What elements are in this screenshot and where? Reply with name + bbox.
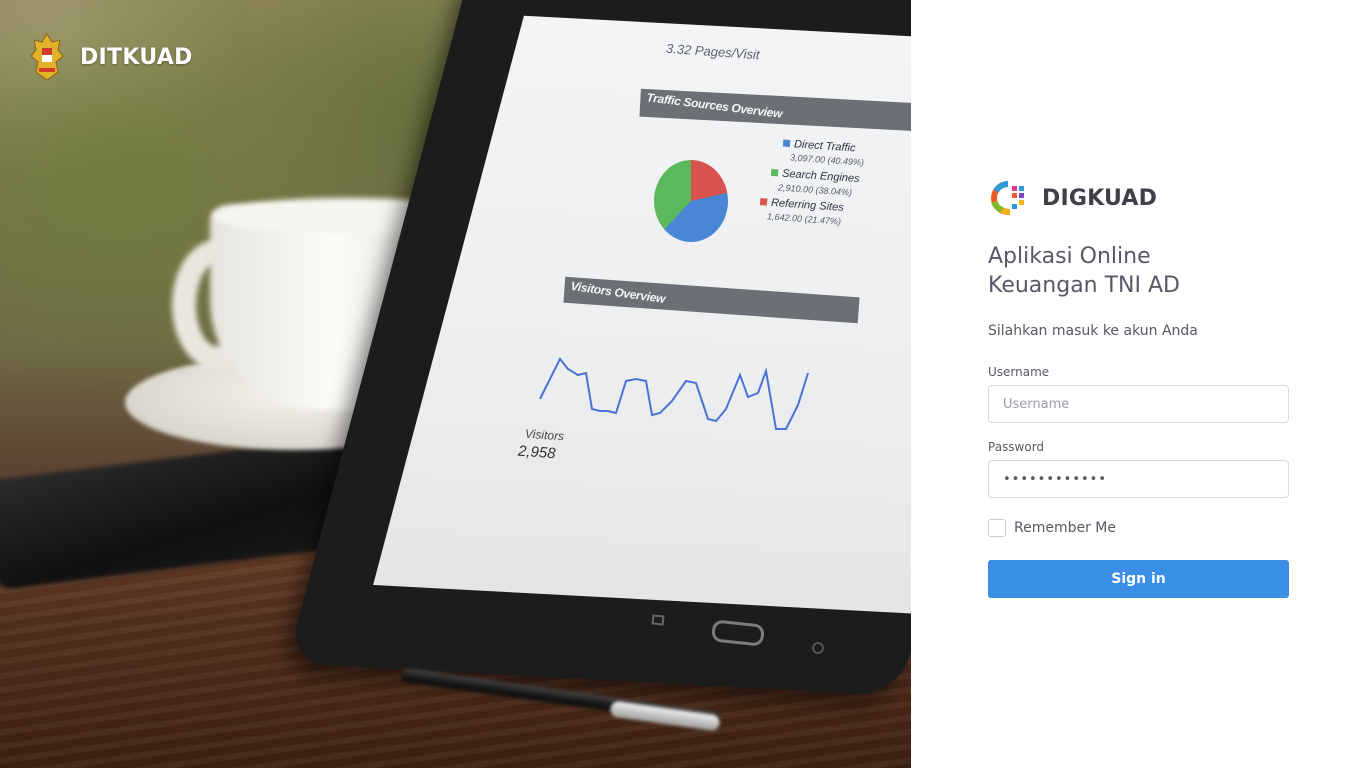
sign-in-button[interactable]: Sign in bbox=[988, 560, 1289, 598]
visitors-overview-title: Visitors Overview bbox=[569, 278, 666, 307]
legend-swatch bbox=[770, 168, 779, 177]
traffic-sources-title: Traffic Sources Overview bbox=[645, 90, 783, 121]
remember-me-checkbox[interactable] bbox=[988, 519, 1006, 537]
visitors-line-chart bbox=[539, 357, 809, 430]
back-icon bbox=[651, 614, 665, 626]
app-logo-row: DIGKUAD bbox=[988, 180, 1289, 216]
visitors-value: 2,958 bbox=[517, 442, 557, 463]
army-emblem-icon bbox=[30, 33, 64, 81]
remember-me-row: Remember Me bbox=[988, 519, 1289, 537]
menu-icon bbox=[812, 642, 824, 654]
visitors-label: Visitors bbox=[524, 426, 565, 444]
password-label: Password bbox=[988, 440, 1045, 454]
password-input[interactable] bbox=[988, 460, 1289, 498]
login-panel: DIGKUAD Aplikasi Online Keuangan TNI AD … bbox=[911, 0, 1366, 768]
login-form: DIGKUAD Aplikasi Online Keuangan TNI AD … bbox=[988, 180, 1289, 598]
brand-top: DITKUAD bbox=[30, 32, 193, 82]
username-label: Username bbox=[988, 365, 1050, 379]
brand-top-name: DITKUAD bbox=[80, 44, 193, 70]
legend-swatch bbox=[759, 198, 768, 206]
page-title-line2: Keuangan TNI AD bbox=[988, 273, 1180, 298]
legend-swatch bbox=[782, 139, 791, 147]
username-input[interactable] bbox=[988, 385, 1289, 423]
page-title-line1: Aplikasi Online bbox=[988, 244, 1151, 269]
digkuad-logo-icon bbox=[991, 181, 1024, 215]
background-photo: 3.32 Pages/Visit Traffic Sources Overvie… bbox=[0, 0, 911, 768]
remember-me-label[interactable]: Remember Me bbox=[1014, 520, 1116, 536]
page-subtitle: Silahkan masuk ke akun Anda bbox=[988, 323, 1198, 339]
traffic-pie-chart bbox=[654, 160, 728, 242]
app-logo-text: DIGKUAD bbox=[1042, 185, 1158, 211]
page-title: Aplikasi Online Keuangan TNI AD bbox=[988, 242, 1289, 300]
